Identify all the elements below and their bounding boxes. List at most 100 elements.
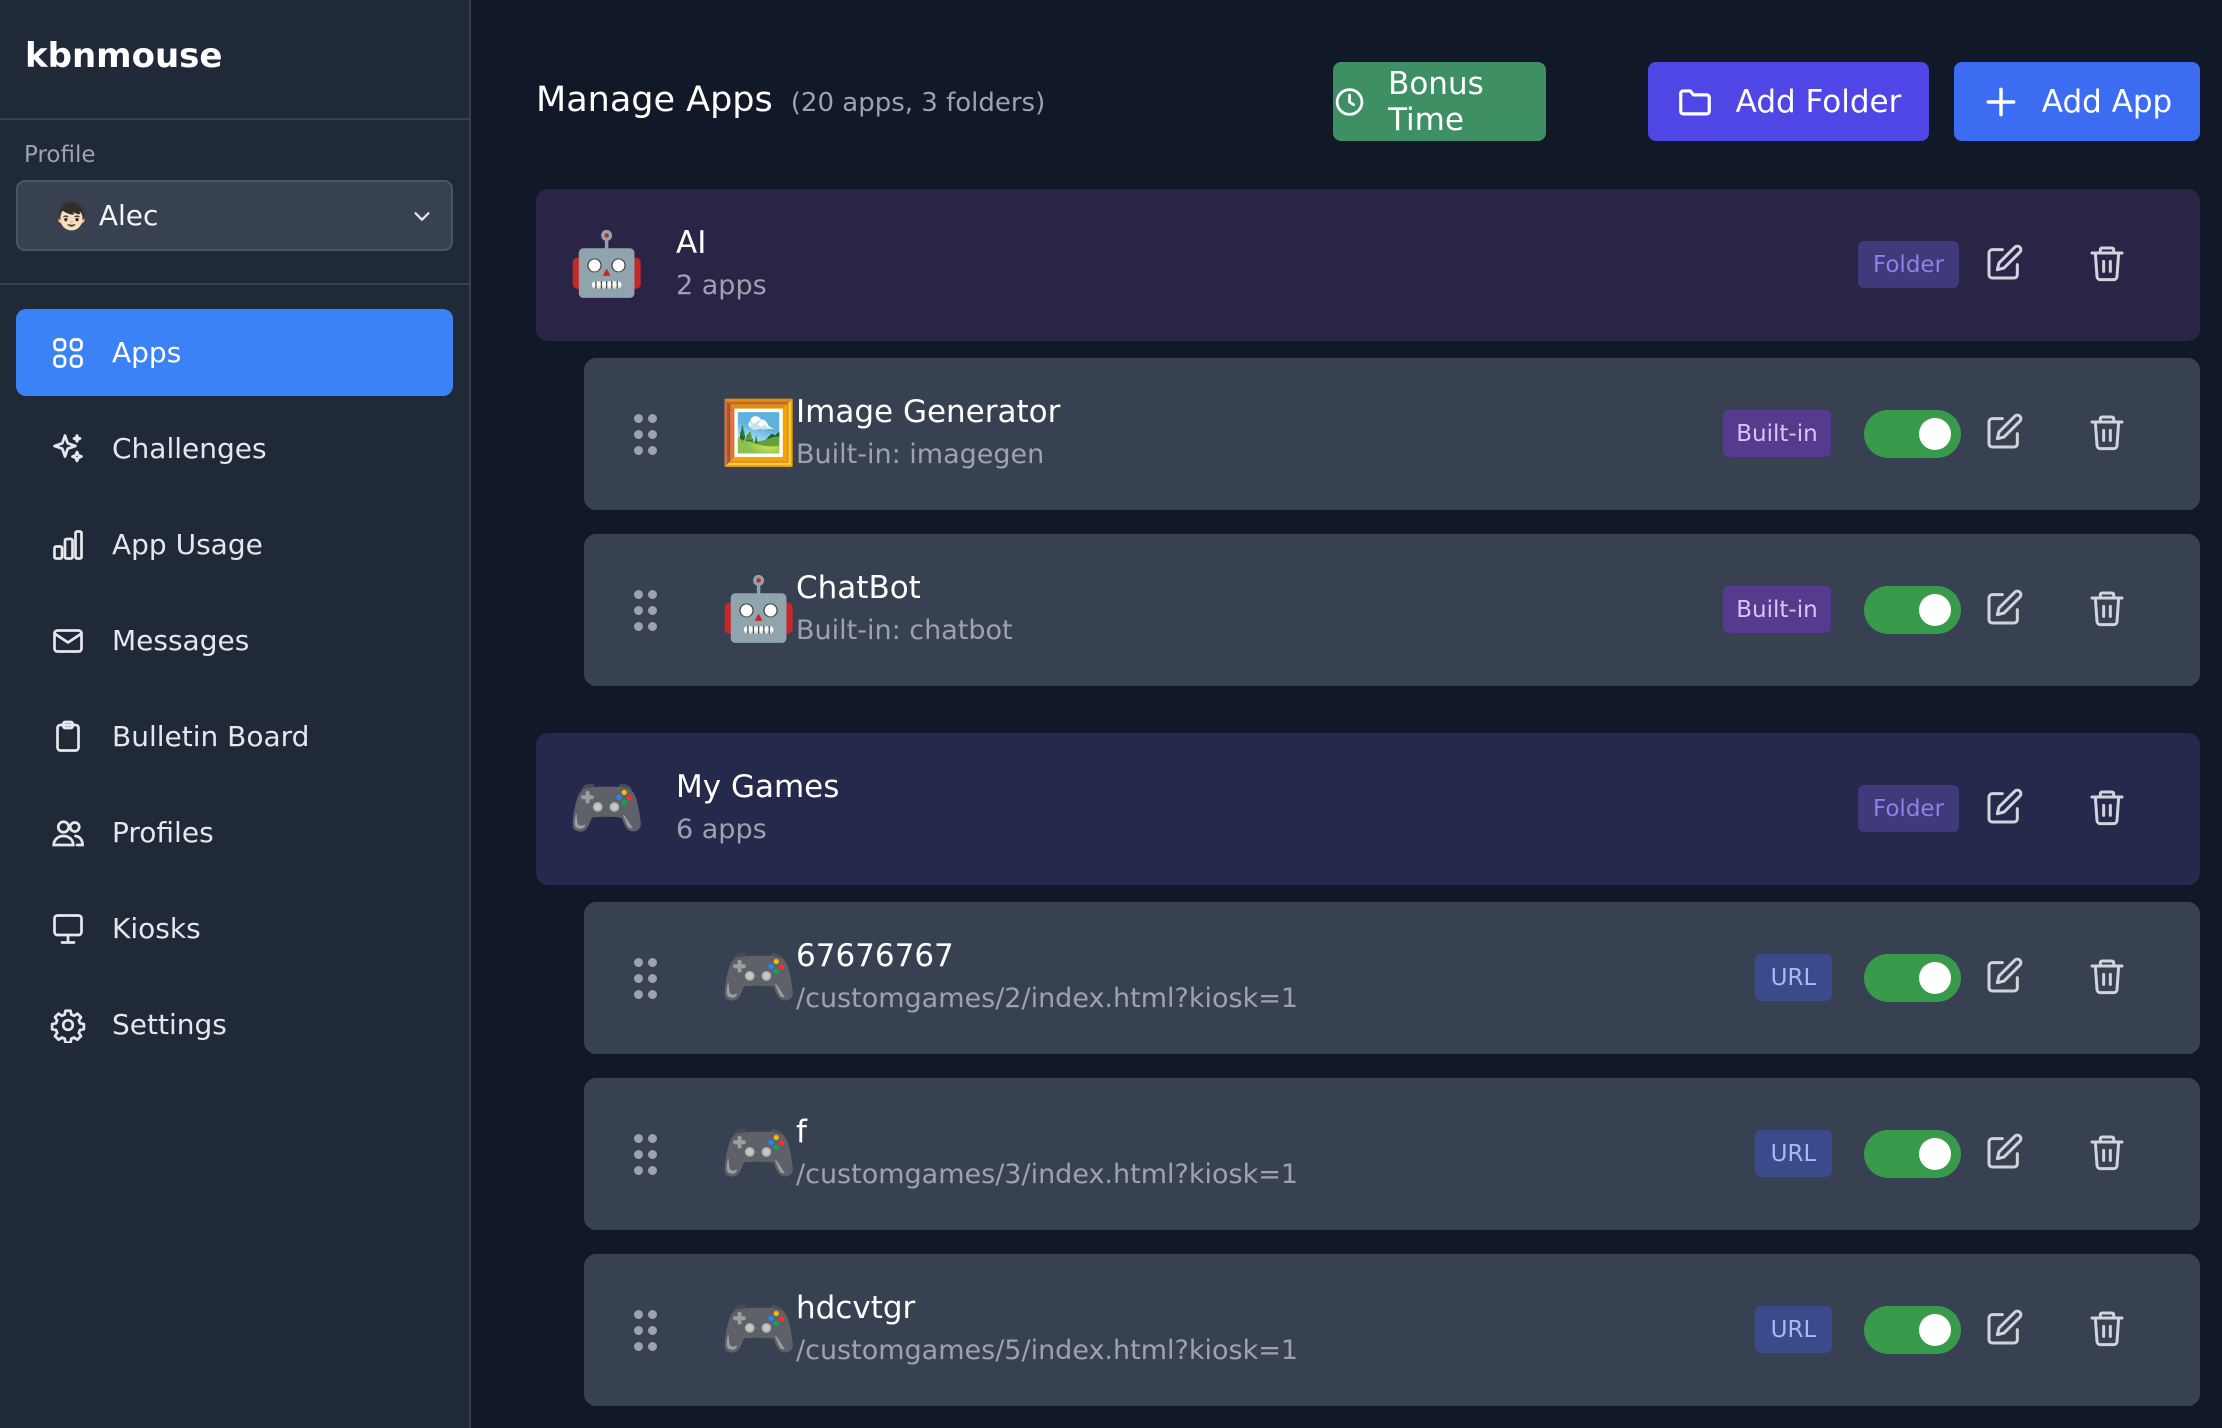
grid-icon — [53, 337, 83, 368]
app-source: /customgames/3/index.html?kiosk=1 — [796, 1159, 1299, 1190]
profile-label: Profile — [24, 142, 96, 168]
edit-button[interactable] — [1984, 412, 2028, 456]
app-icon: 🎮 — [720, 1292, 798, 1365]
trash-icon — [2090, 415, 2124, 451]
bonus-time-button[interactable]: Bonus Time — [1333, 62, 1546, 141]
app-card-chatbot[interactable]: 🤖 ChatBot Built-in: chatbot Built-in — [584, 534, 2200, 686]
sidebar-item-app-usage[interactable]: App Usage — [16, 501, 453, 588]
trash-icon — [2090, 246, 2124, 282]
sidebar-item-kiosks[interactable]: Kiosks — [16, 885, 453, 972]
enabled-toggle[interactable] — [1864, 1130, 1961, 1178]
edit-button[interactable] — [1984, 956, 2028, 1000]
trash-icon — [2090, 591, 2124, 627]
app-card-f[interactable]: 🎮 f /customgames/3/index.html?kiosk=1 UR… — [584, 1078, 2200, 1230]
add-folder-button[interactable]: Add Folder — [1648, 62, 1929, 141]
folder-badge: Folder — [1858, 785, 1959, 832]
app-source: Built-in: imagegen — [796, 439, 1045, 470]
drag-handle-icon[interactable] — [634, 590, 660, 632]
enabled-toggle[interactable] — [1864, 586, 1961, 634]
drag-handle-icon[interactable] — [634, 414, 660, 456]
add-app-button[interactable]: Add App — [1954, 62, 2200, 141]
sidebar-item-label: Kiosks — [112, 912, 201, 945]
drag-handle-icon[interactable] — [634, 1310, 660, 1352]
brand-title: kbnmouse — [0, 0, 469, 120]
trash-icon — [2090, 1135, 2124, 1171]
delete-button[interactable] — [2087, 787, 2131, 831]
sidebar-item-bulletin-board[interactable]: Bulletin Board — [16, 693, 453, 780]
edit-button[interactable] — [1984, 787, 2028, 831]
drag-handle-icon[interactable] — [634, 958, 660, 1000]
app-card-hdcvtgr[interactable]: 🎮 hdcvtgr /customgames/5/index.html?kios… — [584, 1254, 2200, 1406]
type-badge: Built-in — [1723, 586, 1831, 633]
profile-avatar: 👦🏻 — [54, 199, 89, 232]
folder-card-my-games[interactable]: 🎮 My Games 6 apps Folder — [536, 733, 2200, 885]
profile-select[interactable]: 👦🏻 Alec — [16, 180, 453, 251]
sidebar-item-label: Bulletin Board — [112, 720, 310, 753]
monitor-icon — [53, 913, 83, 944]
sidebar-item-messages[interactable]: Messages — [16, 597, 453, 684]
sidebar-item-label: Messages — [112, 624, 250, 657]
folder-count: 2 apps — [676, 270, 767, 301]
enabled-toggle[interactable] — [1864, 410, 1961, 458]
folder-badge: Folder — [1858, 241, 1959, 288]
sidebar-item-label: Profiles — [112, 816, 214, 849]
folder-icon-games: 🎮 — [568, 771, 646, 844]
envelope-icon — [53, 628, 83, 653]
drag-handle-icon[interactable] — [634, 1134, 660, 1176]
trash-icon — [2090, 1311, 2124, 1347]
sidebar-item-label: Apps — [112, 336, 182, 369]
edit-button[interactable] — [1984, 588, 2028, 632]
delete-button[interactable] — [2087, 243, 2131, 287]
clock-icon — [1335, 87, 1364, 116]
type-badge: URL — [1755, 954, 1832, 1001]
page-title: Manage Apps — [536, 80, 773, 120]
sidebar-item-apps[interactable]: Apps — [16, 309, 453, 396]
sidebar-item-label: Challenges — [112, 432, 267, 465]
sidebar-item-profiles[interactable]: Profiles — [16, 789, 453, 876]
sidebar-item-challenges[interactable]: Challenges — [16, 405, 453, 492]
app-source: /customgames/2/index.html?kiosk=1 — [796, 983, 1299, 1014]
enabled-toggle[interactable] — [1864, 1306, 1961, 1354]
add-app-label: Add App — [2041, 83, 2173, 120]
delete-button[interactable] — [2087, 412, 2131, 456]
edit-icon — [1987, 788, 2023, 824]
edit-button[interactable] — [1984, 1132, 2028, 1176]
app-icon: 🎮 — [720, 1116, 798, 1189]
delete-button[interactable] — [2087, 588, 2131, 632]
app-name: Image Generator — [796, 394, 1061, 430]
edit-button[interactable] — [1984, 1308, 2028, 1352]
app-name: 67676767 — [796, 938, 954, 974]
type-badge: Built-in — [1723, 410, 1831, 457]
enabled-toggle[interactable] — [1864, 954, 1961, 1002]
edit-icon — [1987, 1133, 2023, 1169]
app-icon: 🖼️ — [720, 396, 798, 469]
sidebar-item-label: Settings — [112, 1008, 227, 1041]
edit-button[interactable] — [1984, 243, 2028, 287]
app-source: Built-in: chatbot — [796, 615, 1013, 646]
sidebar-item-settings[interactable]: Settings — [16, 981, 453, 1068]
app-card-67676767[interactable]: 🎮 67676767 /customgames/2/index.html?kio… — [584, 902, 2200, 1054]
edit-icon — [1987, 1309, 2023, 1345]
page-subtitle: (20 apps, 3 folders) — [790, 88, 1046, 118]
users-icon — [52, 819, 84, 846]
type-badge: URL — [1755, 1306, 1832, 1353]
edit-icon — [1987, 957, 2023, 993]
app-card-image-generator[interactable]: 🖼️ Image Generator Built-in: imagegen Bu… — [584, 358, 2200, 510]
sidebar-item-label: App Usage — [112, 528, 263, 561]
clipboard-icon — [56, 720, 80, 752]
delete-button[interactable] — [2087, 1132, 2131, 1176]
edit-icon — [1987, 413, 2023, 449]
app-source: /customgames/5/index.html?kiosk=1 — [796, 1335, 1299, 1366]
app-icon: 🤖 — [720, 572, 798, 645]
folder-card-ai[interactable]: 🤖 AI 2 apps Folder — [536, 189, 2200, 341]
folder-icon — [1678, 88, 1711, 115]
bonus-time-label: Bonus Time — [1388, 65, 1484, 138]
delete-button[interactable] — [2087, 1308, 2131, 1352]
plus-icon — [1986, 87, 2016, 116]
folder-icon-ai: 🤖 — [568, 227, 646, 300]
sidebar: kbnmouse Profile 👦🏻 Alec Apps Challenges… — [0, 0, 471, 1428]
app-name: f — [796, 1114, 807, 1150]
sparkles-icon — [53, 433, 83, 462]
delete-button[interactable] — [2087, 956, 2131, 1000]
profile-name: Alec — [98, 199, 159, 232]
